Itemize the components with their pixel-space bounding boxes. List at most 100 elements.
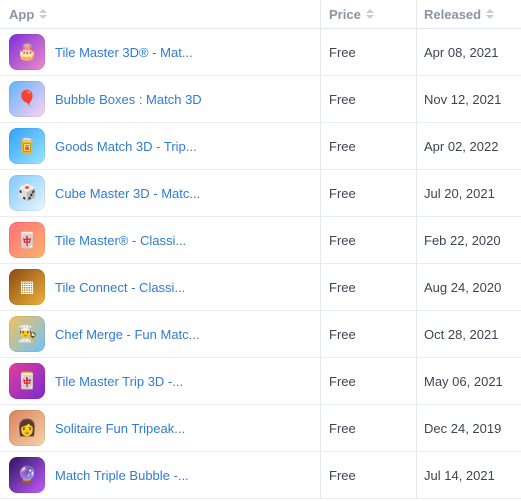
chef-icon[interactable]: 👨‍🍳 <box>9 316 45 352</box>
app-icon-glyph: 👨‍🍳 <box>17 326 37 343</box>
table-row: 🎂 Tile Master 3D® - Mat... Free Apr 08, 202… <box>0 29 521 76</box>
tile-pink-icon[interactable]: 🀄 <box>9 363 45 399</box>
price-cell: Free <box>321 405 417 451</box>
column-header-price[interactable]: Price <box>321 0 417 28</box>
bubble-icon[interactable]: 🔮 <box>9 457 45 493</box>
price-value: Free <box>329 467 356 483</box>
table-row: 🎈 Bubble Boxes : Match 3D Free Nov 12, 2021 <box>0 76 521 123</box>
sort-icon[interactable] <box>39 8 48 20</box>
app-cell: 🎈 Bubble Boxes : Match 3D <box>0 76 321 122</box>
dice-icon[interactable]: 🎲 <box>9 175 45 211</box>
price-value: Free <box>329 185 356 201</box>
price-cell: Free <box>321 311 417 357</box>
tile-icon[interactable]: 🀄 <box>9 222 45 258</box>
price-value: Free <box>329 373 356 389</box>
app-cell: 👨‍🍳 Chef Merge - Fun Matc... <box>0 311 321 357</box>
price-value: Free <box>329 91 356 107</box>
released-date: Apr 02, 2022 <box>424 138 499 154</box>
column-header-released-label: Released <box>424 6 482 22</box>
price-cell: Free <box>321 29 417 75</box>
released-cell: Nov 12, 2021 <box>417 76 521 122</box>
released-cell: Oct 28, 2021 <box>417 311 521 357</box>
released-date: May 06, 2021 <box>424 373 503 389</box>
column-header-price-label: Price <box>329 6 361 22</box>
app-name-link[interactable]: Chef Merge - Fun Matc... <box>55 327 200 342</box>
released-date: Jul 14, 2021 <box>424 467 495 483</box>
app-icon-glyph: 🎲 <box>17 185 37 202</box>
released-date: Feb 22, 2020 <box>424 232 501 248</box>
table-row: 🎲 Cube Master 3D - Matc... Free Jul 20, 202… <box>0 170 521 217</box>
released-cell: Apr 08, 2021 <box>417 29 521 75</box>
table-row: 🔮 Match Triple Bubble -... Free Jul 14, 202… <box>0 452 521 499</box>
table-header: App Price Released <box>0 0 521 29</box>
app-icon-glyph: 🀄 <box>17 373 37 390</box>
released-cell: Jul 14, 2021 <box>417 452 521 498</box>
table-row: 🥫 Goods Match 3D - Trip... Free Apr 02, 202… <box>0 123 521 170</box>
table-row: 👨‍🍳 Chef Merge - Fun Matc... Free Oct 28, 2… <box>0 311 521 358</box>
sort-icon[interactable] <box>365 8 374 20</box>
app-name-link[interactable]: Tile Connect - Classi... <box>55 280 185 295</box>
column-header-app-label: App <box>9 6 35 22</box>
price-cell: Free <box>321 452 417 498</box>
price-value: Free <box>329 279 356 295</box>
price-cell: Free <box>321 358 417 404</box>
app-cell: 🀄 Tile Master® - Classi... <box>0 217 321 263</box>
app-name-link[interactable]: Cube Master 3D - Matc... <box>55 186 200 201</box>
released-date: Apr 08, 2021 <box>424 44 499 60</box>
app-icon-glyph: 👩 <box>17 420 37 437</box>
released-date: Jul 20, 2021 <box>424 185 495 201</box>
table-row: ▦ Tile Connect - Classi... Free Aug 24, 202… <box>0 264 521 311</box>
app-name-link[interactable]: Goods Match 3D - Trip... <box>55 139 197 154</box>
price-cell: Free <box>321 170 417 216</box>
app-cell: 🎂 Tile Master 3D® - Mat... <box>0 29 321 75</box>
price-value: Free <box>329 138 356 154</box>
released-date: Nov 12, 2021 <box>424 91 502 107</box>
app-icon-glyph: 🎂 <box>17 44 37 61</box>
released-cell: Dec 24, 2019 <box>417 405 521 451</box>
app-icon-glyph: 🀄 <box>17 232 37 249</box>
app-icon-glyph: ▦ <box>19 279 35 296</box>
app-name-link[interactable]: Bubble Boxes : Match 3D <box>55 92 202 107</box>
app-icon-glyph: 🔮 <box>17 467 37 484</box>
released-date: Oct 28, 2021 <box>424 326 499 342</box>
app-name-link[interactable]: Solitaire Fun Tripeak... <box>55 421 185 436</box>
app-name-link[interactable]: Match Triple Bubble -... <box>55 468 189 483</box>
price-cell: Free <box>321 76 417 122</box>
released-cell: Aug 24, 2020 <box>417 264 521 310</box>
table-body: 🎂 Tile Master 3D® - Mat... Free Apr 08, 202… <box>0 29 521 499</box>
sort-icon[interactable] <box>486 8 495 20</box>
released-cell: May 06, 2021 <box>417 358 521 404</box>
cake-icon[interactable]: 🎂 <box>9 34 45 70</box>
app-icon-glyph: 🎈 <box>17 91 37 108</box>
released-date: Aug 24, 2020 <box>424 279 502 295</box>
app-name-link[interactable]: Tile Master Trip 3D -... <box>55 374 183 389</box>
app-cell: 🥫 Goods Match 3D - Trip... <box>0 123 321 169</box>
released-cell: Jul 20, 2021 <box>417 170 521 216</box>
column-header-app[interactable]: App <box>0 0 321 28</box>
released-cell: Apr 02, 2022 <box>417 123 521 169</box>
tile-grid-icon[interactable]: ▦ <box>9 269 45 305</box>
table-row: 🀄 Tile Master® - Classi... Free Feb 22, 202… <box>0 217 521 264</box>
price-cell: Free <box>321 264 417 310</box>
price-value: Free <box>329 44 356 60</box>
app-cell: ▦ Tile Connect - Classi... <box>0 264 321 310</box>
app-cell: 🎲 Cube Master 3D - Matc... <box>0 170 321 216</box>
price-value: Free <box>329 232 356 248</box>
price-cell: Free <box>321 217 417 263</box>
column-header-released[interactable]: Released <box>417 0 521 28</box>
app-name-link[interactable]: Tile Master® - Classi... <box>55 233 186 248</box>
price-value: Free <box>329 326 356 342</box>
goods-icon[interactable]: 🥫 <box>9 128 45 164</box>
apps-table: App Price Released 🎂 Tile Master 3D® - Ma… <box>0 0 521 499</box>
price-cell: Free <box>321 123 417 169</box>
girl-portrait-icon[interactable]: 👩 <box>9 410 45 446</box>
app-cell: 🀄 Tile Master Trip 3D -... <box>0 358 321 404</box>
app-name-link[interactable]: Tile Master 3D® - Mat... <box>55 45 193 60</box>
released-cell: Feb 22, 2020 <box>417 217 521 263</box>
price-value: Free <box>329 420 356 436</box>
app-cell: 🔮 Match Triple Bubble -... <box>0 452 321 498</box>
table-row: 👩 Solitaire Fun Tripeak... Free Dec 24, 201… <box>0 405 521 452</box>
balloons-icon[interactable]: 🎈 <box>9 81 45 117</box>
app-icon-glyph: 🥫 <box>17 138 37 155</box>
released-date: Dec 24, 2019 <box>424 420 502 436</box>
